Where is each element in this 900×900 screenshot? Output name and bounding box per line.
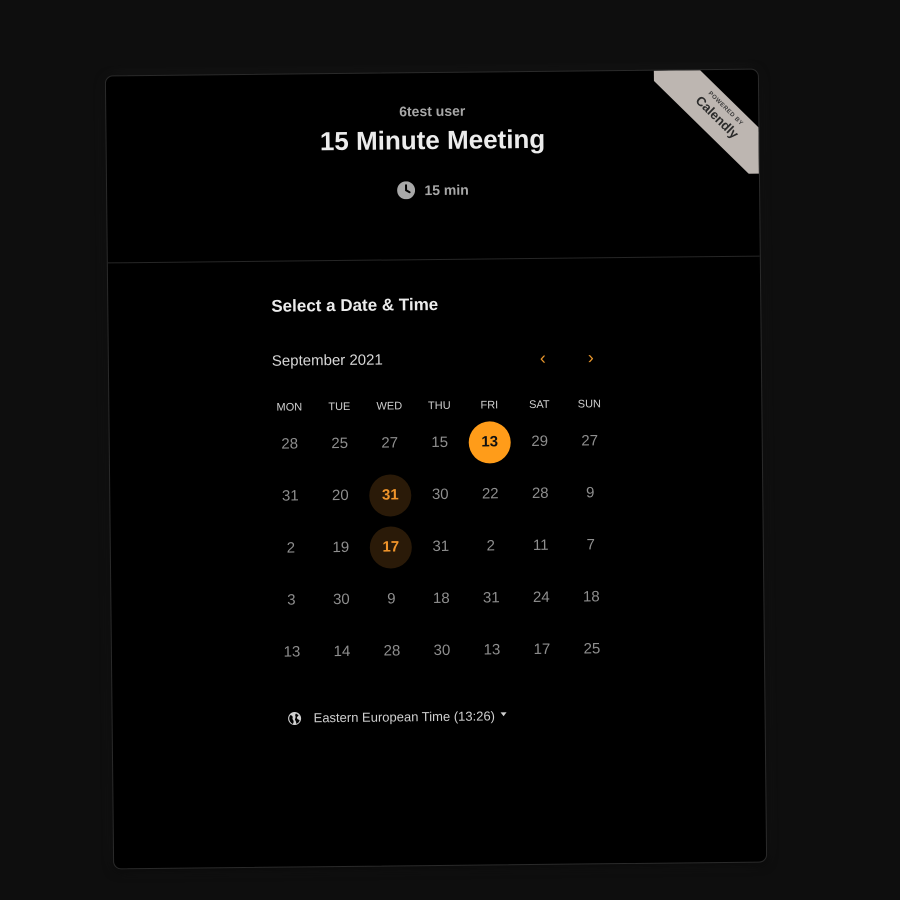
weekday-label: WED — [376, 400, 403, 413]
chevron-left-icon: ‹ — [539, 347, 546, 368]
calendar-day: 28 — [281, 435, 299, 453]
timezone-label: Eastern European Time (13:26) — [313, 708, 496, 726]
calendar-day: 9 — [585, 484, 595, 502]
calendar-day: 27 — [381, 434, 399, 452]
calendar-day: 28 — [531, 484, 549, 502]
calendar-day: 2 — [286, 539, 296, 557]
calendar-day: 2 — [486, 537, 496, 555]
calendar-day: 13 — [283, 643, 301, 661]
calendar-day: 19 — [332, 538, 350, 557]
calendar-week-row: 28 25 27 15 13 29 27 — [264, 415, 615, 471]
weekday-header-row: MON TUE WED THU FRI SAT SUN — [264, 393, 614, 419]
weekday-label: SUN — [577, 398, 602, 411]
calendar-day: 31 — [432, 537, 450, 556]
calendar-day: 30 — [332, 590, 350, 609]
host-name: 6test user — [399, 102, 466, 120]
calendar-day: 13 — [483, 641, 501, 659]
calendar-grid: MON TUE WED THU FRI SAT SUN 28 25 27 15 13 29 27 31 20… — [264, 393, 617, 679]
calendar-week-row: 13 14 28 30 13 17 25 — [267, 623, 618, 679]
calendar-week-row: 3 30 9 18 31 24 18 — [266, 571, 617, 627]
calendar-day: 18 — [432, 589, 450, 608]
next-month-button[interactable]: › — [578, 345, 604, 371]
calendar-day: 17 — [533, 640, 551, 658]
globe-icon — [288, 711, 302, 725]
calendar-day: 31 — [281, 487, 299, 505]
weekday-label: SAT — [528, 398, 550, 412]
calendar-day: 25 — [583, 640, 601, 658]
calendar-day: 18 — [582, 588, 600, 606]
caret-down-icon — [500, 712, 507, 717]
chevron-right-icon: › — [587, 347, 594, 368]
available-date[interactable]: 17 — [369, 526, 413, 569]
calendar-day: 3 — [287, 591, 296, 609]
calendar-day: 24 — [532, 588, 550, 606]
calendar-day: 30 — [433, 641, 451, 660]
weekday-label: TUE — [328, 400, 351, 414]
available-date[interactable]: 31 — [369, 474, 412, 517]
event-title: 15 Minute Meeting — [319, 123, 546, 157]
month-navigation: September 2021 ‹ › — [272, 345, 608, 375]
section-title: Select a Date & Time — [271, 294, 439, 316]
clock-icon — [397, 181, 416, 200]
month-label: September 2021 — [271, 351, 383, 370]
calendar-week-row: 31 20 31 30 22 28 9 — [265, 467, 616, 523]
calendar-day: 22 — [481, 485, 499, 503]
weekday-label: MON — [276, 401, 303, 414]
weekday-label: THU — [427, 399, 451, 413]
calendar-day: 29 — [531, 432, 549, 450]
calendar-day: 25 — [331, 434, 349, 453]
calendar-day: 15 — [431, 433, 449, 452]
calendar-day: 30 — [431, 485, 449, 504]
calendar-day: 9 — [387, 590, 396, 608]
duration-label: 15 min — [424, 181, 469, 199]
event-header: 6test user 15 Minute Meeting 15 min — [105, 69, 760, 264]
calendar-day: 14 — [333, 642, 351, 661]
timezone-selector[interactable]: Eastern European Time (13:26) — [288, 708, 508, 725]
event-duration: 15 min — [107, 178, 759, 203]
calendar-day: 7 — [586, 536, 596, 554]
selected-date[interactable]: 13 — [468, 421, 511, 464]
booking-card: POWERED BY Calendly 6test user 15 Minute… — [104, 68, 768, 870]
calendar-day: 20 — [331, 486, 349, 505]
previous-month-button[interactable]: ‹ — [530, 346, 556, 372]
calendar-day: 11 — [532, 536, 549, 554]
calendar-week-row: 2 19 17 31 2 11 7 — [266, 519, 617, 575]
calendar-day: 31 — [482, 589, 500, 607]
weekday-label: FRI — [480, 399, 499, 412]
calendar-day: 28 — [383, 642, 401, 660]
calendar-day: 27 — [581, 432, 599, 450]
